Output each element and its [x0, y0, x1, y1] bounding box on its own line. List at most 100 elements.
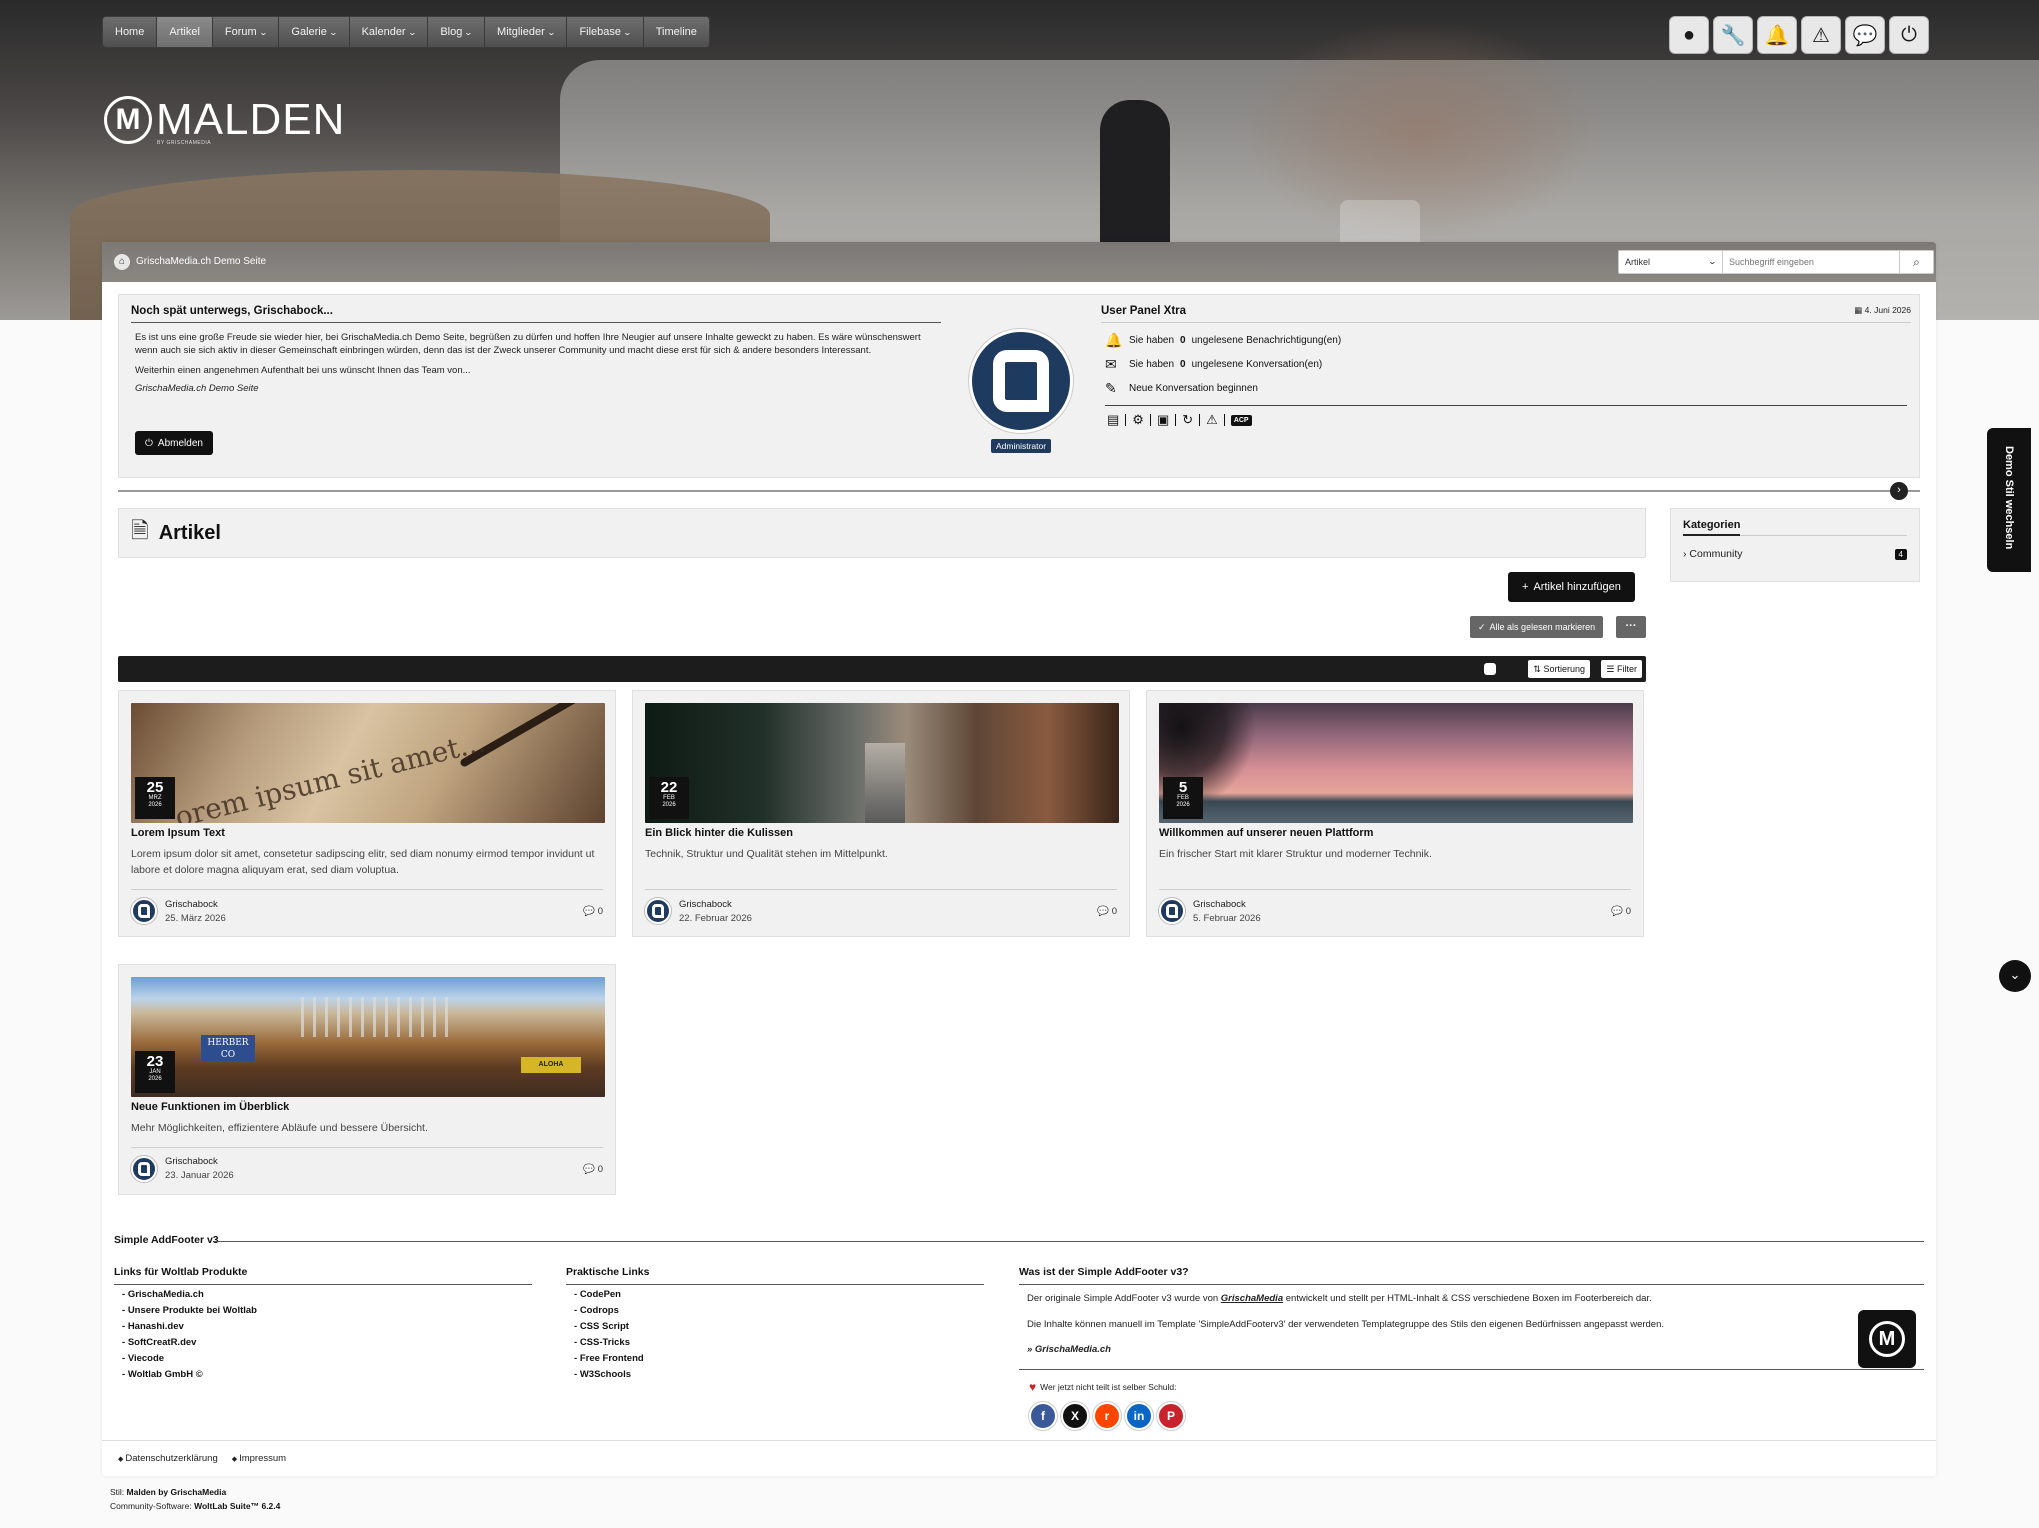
avatar[interactable] — [131, 898, 157, 924]
style-credit[interactable]: Malden by GrischaMedia — [127, 1487, 227, 1497]
footer-link[interactable]: Viecode — [122, 1353, 532, 1365]
footer-link[interactable]: CodePen — [574, 1289, 984, 1301]
calendar-icon: ▦ — [1854, 305, 1865, 315]
footer-credits: Stil: Malden by GrischaMedia Community-S… — [110, 1487, 281, 1511]
check-icon: ✓ — [1478, 621, 1486, 632]
logout-button[interactable]: ⏻ Abmelden — [135, 431, 213, 455]
site-logo[interactable]: M MALDEN BY GRISCHAMEDIA — [104, 96, 345, 146]
sort-button[interactable]: ⇅ Sortierung — [1528, 660, 1590, 678]
article-title[interactable]: Neue Funktionen im Überblick — [131, 1101, 603, 1113]
nav-item-mitglieder[interactable]: Mitglieder ⌄ — [485, 17, 568, 47]
footer-link[interactable]: Woltlab GmbH © — [122, 1369, 532, 1381]
select-all-checkbox[interactable] — [1484, 663, 1496, 675]
welcome-text: Es ist uns eine große Freude sie wieder … — [135, 332, 921, 357]
article-image[interactable]: 5 FEB 2026 — [1159, 703, 1633, 823]
reddit-icon[interactable]: r — [1093, 1401, 1121, 1430]
filter-button[interactable]: ☰ Filter — [1601, 660, 1642, 678]
role-badge: Administrator — [991, 439, 1052, 453]
footer-link[interactable]: W3Schools — [574, 1369, 984, 1381]
article-card[interactable]: 22 FEB 2026 Ein Blick hinter die Kulissen … — [632, 690, 1130, 937]
nav-item-galerie[interactable]: Galerie ⌄ — [279, 17, 350, 47]
refresh-icon[interactable]: ↻ — [1182, 412, 1193, 428]
user-circle-icon[interactable]: ● — [1669, 16, 1709, 54]
footer-link[interactable]: Free Frontend — [574, 1353, 984, 1365]
wrench-icon[interactable]: 🔧 — [1713, 16, 1753, 54]
comment-count: 💬 0 — [1611, 906, 1631, 917]
software-credit[interactable]: WoltLab Suite™ 6.2.4 — [194, 1501, 280, 1511]
author-name[interactable]: Grischabock — [165, 1156, 234, 1167]
pinterest-icon[interactable]: P — [1157, 1401, 1185, 1430]
add-article-button[interactable]: + Artikel hinzufügen — [1508, 572, 1635, 602]
home-icon[interactable]: ⌂ — [114, 254, 130, 270]
conversation-icon[interactable]: 💬 — [1845, 16, 1885, 54]
linkedin-icon[interactable]: in — [1125, 1401, 1153, 1430]
avatar[interactable] — [1159, 898, 1185, 924]
article-title[interactable]: Willkommen auf unserer neuen Plattform — [1159, 827, 1631, 839]
nav-item-timeline[interactable]: Timeline — [644, 17, 709, 47]
warning-icon[interactable]: ⚠ — [1206, 412, 1218, 428]
x-icon[interactable]: X — [1061, 1401, 1089, 1430]
breadcrumb[interactable]: GrischaMedia.ch Demo Seite — [136, 256, 266, 267]
user-menu: ● 🔧 🔔 ⚠ 💬 ⏻ — [1669, 16, 1929, 54]
image-icon[interactable]: ▣ — [1157, 412, 1169, 428]
article-card[interactable]: orem ipsum sit amet... 25 MRZ 2026 Lorem I… — [118, 690, 616, 937]
footer-link[interactable]: Unsere Produkte bei Woltlab — [122, 1305, 532, 1317]
demo-style-switcher[interactable]: Demo Stil wechseln — [1987, 428, 2031, 572]
footer-about-text: Der originale Simple AddFooter v3 wurde … — [1027, 1293, 1652, 1304]
footer-link[interactable]: GrischaMedia.ch — [122, 1289, 532, 1301]
more-options-button[interactable]: ··· — [1616, 616, 1646, 638]
nav-item-kalender[interactable]: Kalender ⌄ — [350, 17, 429, 47]
article-image[interactable]: orem ipsum sit amet... 25 MRZ 2026 — [131, 703, 605, 823]
footer-link[interactable]: CSS-Tricks — [574, 1337, 984, 1349]
avatar[interactable] — [645, 898, 671, 924]
search-input[interactable] — [1723, 251, 1899, 273]
conversation-status[interactable]: ✉ Sie haben 0 ungelesene Konversation(en) — [1105, 355, 1911, 373]
chevron-right-icon[interactable]: › — [1890, 482, 1908, 500]
search-icon[interactable]: ⌕ — [1899, 251, 1933, 273]
notification-status[interactable]: 🔔 Sie haben 0 ungelesene Benachrichtigung(… — [1105, 331, 1911, 349]
category-item-community[interactable]: › Community 4 — [1683, 548, 1907, 560]
user-gear-icon[interactable]: ⚙ — [1132, 412, 1144, 428]
footer-column-about: Was ist der Simple AddFooter v3? Der ori… — [1019, 1266, 1924, 1430]
footer-link[interactable]: Codrops — [574, 1305, 984, 1317]
article-card[interactable]: 5 FEB 2026 Willkommen auf unserer neuen Pl… — [1146, 690, 1644, 937]
plus-icon: + — [1522, 581, 1529, 593]
author-name[interactable]: Grischabock — [165, 899, 226, 910]
nav-item-artikel[interactable]: Artikel — [157, 17, 213, 47]
user-panel-toolbar: ▤ ⚙ ▣ ↻ ⚠ ACP — [1107, 412, 1911, 428]
author-name[interactable]: Grischabock — [679, 899, 752, 910]
nav-item-home[interactable]: Home — [103, 17, 158, 47]
footer-about-link[interactable]: » GrischaMedia.ch — [1027, 1344, 1916, 1355]
nav-item-forum[interactable]: Forum ⌄ — [213, 17, 280, 47]
bell-icon[interactable]: 🔔 — [1757, 16, 1797, 54]
bell-icon: 🔔 — [1105, 331, 1123, 348]
imprint-link[interactable]: Impressum — [232, 1453, 286, 1464]
power-icon[interactable]: ⏻ — [1889, 16, 1929, 54]
article-image[interactable]: HERBER CO ALOHA 23 JAN 2026 — [131, 977, 605, 1097]
scroll-down-icon[interactable]: ⌄ — [1999, 960, 2031, 992]
categories-title: Kategorien — [1683, 519, 1741, 536]
chevron-down-icon: ⌄ — [1707, 257, 1718, 266]
mark-all-read-button[interactable]: ✓ Alle als gelesen markieren — [1470, 616, 1604, 638]
nav-item-blog[interactable]: Blog ⌄ — [428, 17, 486, 47]
acp-button[interactable]: ACP — [1230, 414, 1252, 426]
facebook-icon[interactable]: f — [1029, 1401, 1057, 1430]
new-conversation-link[interactable]: ✎ Neue Konversation beginnen — [1105, 379, 1911, 397]
privacy-link[interactable]: Datenschutzerklärung — [118, 1453, 217, 1464]
author-name[interactable]: Grischabock — [1193, 899, 1261, 910]
footer-column-title: Was ist der Simple AddFooter v3? — [1019, 1266, 1924, 1285]
article-card[interactable]: HERBER CO ALOHA 23 JAN 2026 Neue Funktione… — [118, 964, 616, 1195]
article-image[interactable]: 22 FEB 2026 — [645, 703, 1119, 823]
nav-item-filebase[interactable]: Filebase ⌄ — [567, 17, 644, 47]
article-title[interactable]: Ein Blick hinter die Kulissen — [645, 827, 1117, 839]
malden-logo: M — [1858, 1310, 1916, 1368]
warning-icon[interactable]: ⚠ — [1801, 16, 1841, 54]
footer-link[interactable]: SoftCreatR.dev — [122, 1337, 532, 1349]
footer-link[interactable]: Hanashi.dev — [122, 1321, 532, 1333]
avatar[interactable] — [131, 1155, 157, 1182]
id-card-icon[interactable]: ▤ — [1107, 412, 1119, 428]
avatar[interactable] — [969, 329, 1073, 433]
footer-link[interactable]: CSS Script — [574, 1321, 984, 1333]
article-title[interactable]: Lorem Ipsum Text — [131, 827, 603, 839]
search-category-select[interactable]: Artikel ⌄ — [1619, 251, 1723, 273]
